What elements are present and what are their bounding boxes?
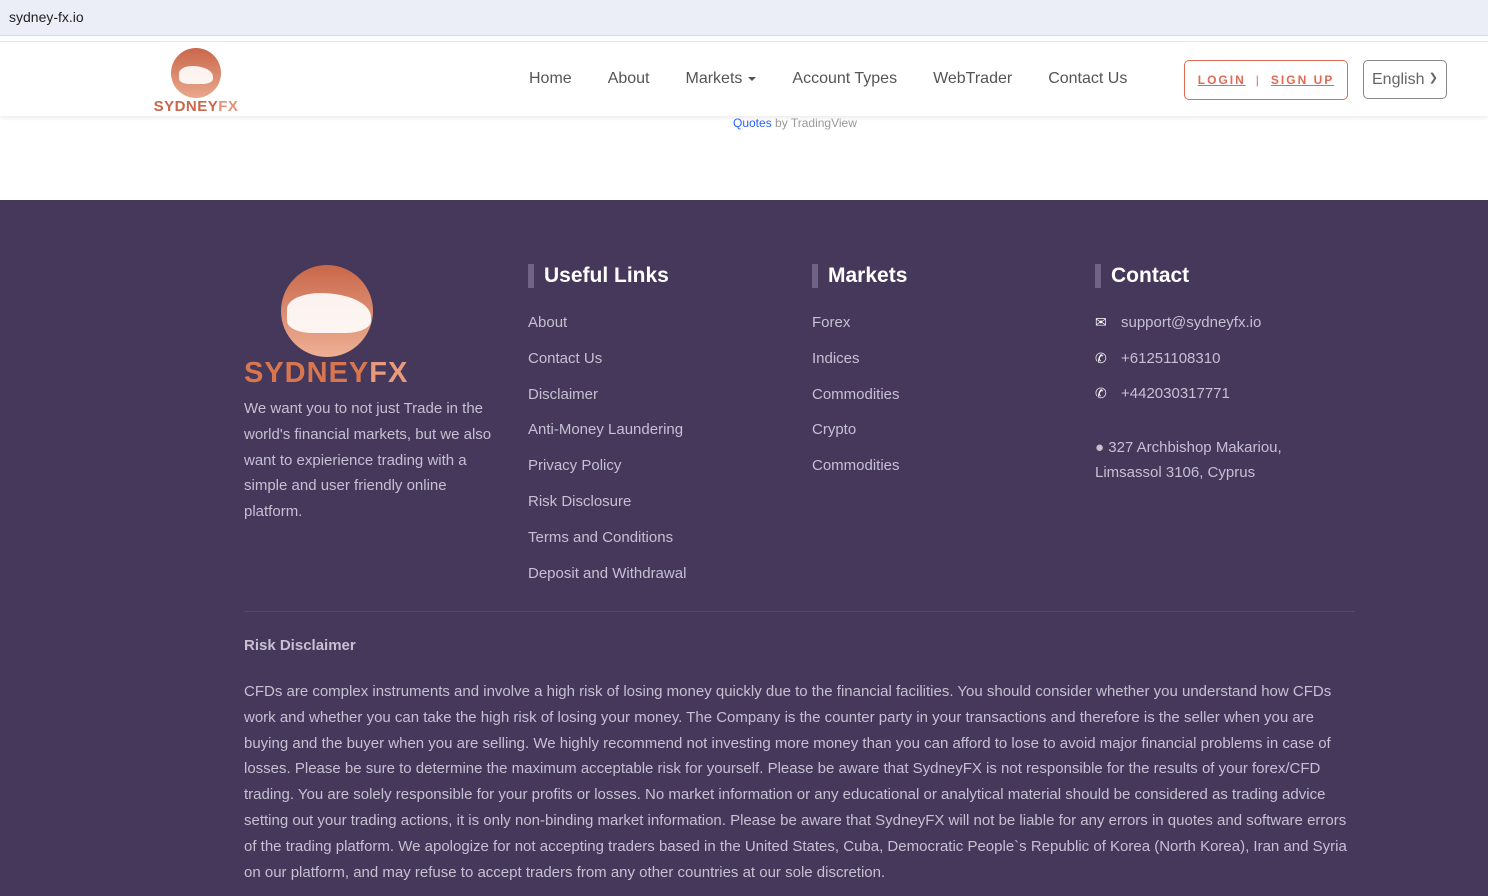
- envelope-icon: ✉: [1095, 314, 1107, 330]
- footer-link[interactable]: Anti-Money Laundering: [528, 421, 686, 457]
- login-link[interactable]: LOGIN: [1198, 73, 1246, 87]
- address-bar[interactable]: sydney-fx.io: [0, 0, 1488, 36]
- risk-disclaimer-text: CFDs are complex instruments and involve…: [244, 683, 1347, 881]
- divider: |: [1255, 73, 1261, 87]
- footer-link[interactable]: Contact Us: [528, 350, 686, 386]
- market-link[interactable]: Forex: [812, 314, 907, 350]
- email-link[interactable]: support@sydneyfx.io: [1121, 314, 1261, 331]
- caret-down-icon: [748, 76, 757, 81]
- phone-icon: ✆: [1095, 349, 1107, 366]
- footer-link[interactable]: Terms and Conditions: [528, 529, 686, 565]
- map-marker-icon: ●: [1095, 438, 1105, 456]
- nav-markets-label: Markets: [685, 70, 743, 87]
- bull-logo-icon: [280, 265, 373, 357]
- navbar: SYDNEYFX Home About Markets Account Type…: [0, 41, 1488, 116]
- footer-link[interactable]: Privacy Policy: [528, 457, 686, 493]
- nav-home[interactable]: Home: [529, 70, 572, 88]
- market-link[interactable]: Commodities: [812, 386, 907, 422]
- markets-links: Markets Forex Indices Commodities Crypto…: [812, 264, 907, 493]
- nav-contact-us[interactable]: Contact Us: [1048, 70, 1127, 88]
- logo-text-fx: FX: [218, 98, 239, 115]
- auth-box: LOGIN | SIGN UP: [1184, 60, 1348, 100]
- markets-title: Markets: [812, 264, 907, 288]
- market-link[interactable]: Indices: [812, 350, 907, 386]
- logo-text-fx: FX: [369, 357, 409, 389]
- contact-title: Contact: [1095, 264, 1282, 288]
- logo-text: SYDNEY: [153, 98, 219, 115]
- by-tradingview: by TradingView: [775, 116, 857, 130]
- footer-link[interactable]: Deposit and Withdrawal: [528, 565, 686, 601]
- divider: [244, 611, 1355, 612]
- bull-logo-icon: [171, 48, 221, 98]
- tradingview-credit: Quotes by TradingView: [733, 116, 857, 130]
- footer: SYDNEYFX We want you to not just Trade i…: [0, 200, 1488, 896]
- chevron-down-icon: ❯: [1428, 72, 1438, 84]
- risk-disclaimer-title: Risk Disclaimer: [244, 637, 356, 654]
- footer-link[interactable]: Disclaimer: [528, 386, 686, 422]
- signup-link[interactable]: SIGN UP: [1271, 73, 1334, 87]
- language-select[interactable]: English ❯: [1363, 60, 1447, 99]
- contact-email: ✉ support@sydneyfx.io: [1095, 314, 1282, 350]
- about-text: We want you to not just Trade in the wor…: [244, 400, 492, 521]
- market-link[interactable]: Commodities: [812, 457, 907, 493]
- quotes-link[interactable]: Quotes: [733, 116, 772, 130]
- footer-link[interactable]: About: [528, 314, 686, 350]
- address-line-1: 327 Archbishop Makariou,: [1108, 438, 1282, 456]
- main-menu: Home About Markets Account Types WebTrad…: [529, 70, 1163, 88]
- language-value: English: [1372, 71, 1425, 88]
- market-link[interactable]: Crypto: [812, 421, 907, 457]
- nav-webtrader[interactable]: WebTrader: [933, 70, 1012, 88]
- contact-phone: ✆ +61251108310: [1095, 350, 1282, 386]
- footer-link[interactable]: Risk Disclosure: [528, 493, 686, 529]
- address-line-2: Limsassol 3106, Cyprus: [1095, 463, 1256, 481]
- phone-icon: ✆: [1095, 385, 1107, 401]
- contact-info: Contact ✉ support@sydneyfx.io ✆ +612511083…: [1095, 264, 1282, 485]
- footer-logo: SYDNEYFX: [244, 265, 409, 390]
- useful-links: Useful Links About Contact Us Disclaimer…: [528, 264, 686, 600]
- phone-number[interactable]: +442030317771: [1121, 385, 1230, 402]
- phone-number[interactable]: +61251108310: [1121, 350, 1220, 367]
- contact-phone: ✆ +442030317771: [1095, 385, 1282, 421]
- nav-account-types[interactable]: Account Types: [792, 70, 897, 88]
- useful-links-title: Useful Links: [528, 264, 686, 288]
- nav-markets[interactable]: Markets: [686, 70, 757, 88]
- nav-about[interactable]: About: [608, 70, 650, 88]
- contact-address: ● 327 Archbishop Makariou, Limsassol 3106…: [1095, 435, 1282, 485]
- logo-text: SYDNEY: [244, 357, 370, 389]
- logo[interactable]: SYDNEYFX: [150, 48, 242, 115]
